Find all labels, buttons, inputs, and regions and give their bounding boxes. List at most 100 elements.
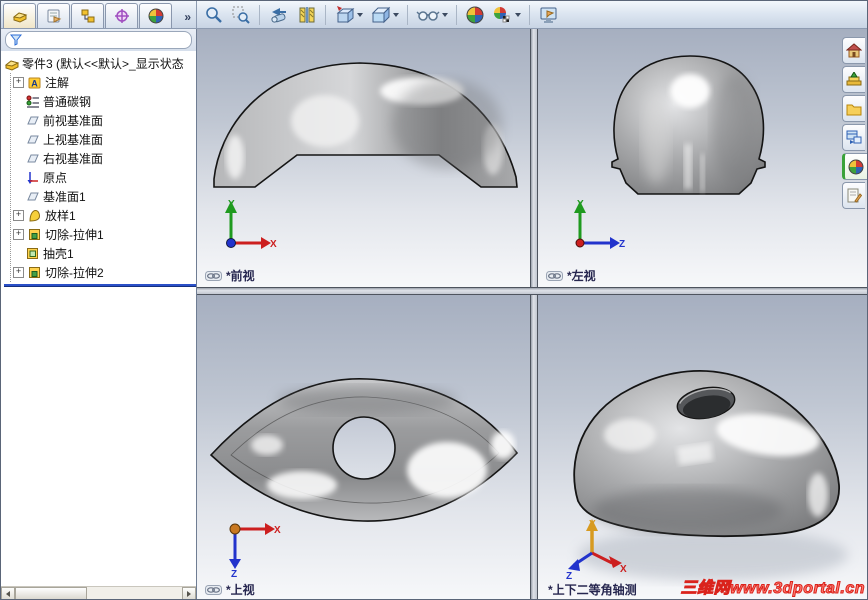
scroll-left-button[interactable] [1, 587, 15, 599]
tree-root-label: 零件3 (默认<<默认>_显示状态 [22, 57, 184, 71]
viewport-label-isometric: *上下二等角轴测 [548, 581, 637, 598]
display-style-button[interactable] [369, 4, 400, 26]
viewport-left[interactable]: Y Z *左视 [538, 29, 867, 287]
toolbar-separator [529, 4, 530, 25]
scrollbar-track[interactable] [87, 587, 182, 599]
dropdown-caret[interactable] [515, 12, 521, 17]
tab-custom-properties[interactable] [842, 182, 865, 209]
part-tree-icon [12, 12, 27, 23]
tree-item-annotations[interactable]: + A 注解 [13, 73, 196, 92]
dropdown-caret[interactable] [357, 12, 363, 17]
tree-item-material[interactable]: 普通碳钢 [13, 92, 196, 111]
tree-item-label: 右视基准面 [43, 152, 104, 166]
front-triad: Y X [225, 199, 277, 250]
tab-view-palette[interactable] [842, 124, 865, 151]
viewport-isometric[interactable]: Y X Z *上下二等角轴测 [538, 295, 867, 599]
view-orientation-icon [336, 5, 355, 23]
tree-children: + A 注解 普通碳钢 前视基准面 上视基准面 右视基准面 原点 基准面1 + … [10, 73, 196, 282]
filter-funnel-icon [10, 34, 22, 46]
feature-tree: 零件3 (默认<<默认>_显示状态 + A 注解 普通碳钢 前视基准面 上视基准… [1, 51, 196, 287]
view-toolbar [197, 1, 561, 28]
display-manager-icon [148, 8, 163, 24]
expand-icon[interactable]: + [13, 210, 24, 221]
home-icon [846, 43, 862, 58]
section-view-button[interactable] [296, 4, 318, 26]
tree-item-origin[interactable]: 原点 [13, 168, 196, 187]
scroll-right-button[interactable] [182, 587, 196, 599]
previous-view-button[interactable] [267, 4, 291, 26]
axis-label-z: Z [566, 571, 572, 579]
tree-item-front-plane[interactable]: 前视基准面 [13, 111, 196, 130]
scrollbar-thumb[interactable] [15, 587, 87, 599]
tree-item-label: 基准面1 [43, 190, 86, 204]
link-views-icon[interactable] [205, 270, 222, 281]
tree-item-right-plane[interactable]: 右视基准面 [13, 149, 196, 168]
custom-properties-icon [847, 188, 862, 203]
expand-icon[interactable]: + [13, 229, 24, 240]
feature-manager-panel: 零件3 (默认<<默认>_显示状态 + A 注解 普通碳钢 前视基准面 上视基准… [1, 29, 197, 599]
tab-file-explorer[interactable] [842, 95, 865, 122]
apply-scene-button[interactable] [491, 4, 522, 26]
tree-item-shell1[interactable]: 抽壳1 [13, 244, 196, 263]
tree-item-loft1[interactable]: + 放样1 [13, 206, 196, 225]
plane-icon [27, 116, 39, 125]
axis-label-x: X [620, 564, 627, 575]
tab-featuremanager-tree[interactable] [3, 3, 36, 28]
axis-label-x: X [274, 525, 281, 536]
horizontal-splitter[interactable] [197, 287, 867, 295]
view-name: *左视 [567, 269, 596, 283]
task-pane-tabs [842, 37, 867, 209]
edit-appearance-button[interactable] [464, 4, 486, 26]
dropdown-caret[interactable] [393, 12, 399, 17]
tree-item-plane1[interactable]: 基准面1 [13, 187, 196, 206]
view-orientation-button[interactable] [333, 4, 364, 26]
tabs-overflow-chevron[interactable]: » [184, 10, 194, 28]
isometric-triad: Y X Z [566, 519, 627, 579]
material-icon [26, 95, 39, 108]
left-triad: Y Z [574, 199, 625, 250]
hide-show-items-button[interactable] [415, 4, 449, 26]
tree-item-label: 注解 [45, 76, 70, 90]
tab-configurationmanager[interactable] [71, 3, 104, 28]
expand-icon[interactable]: + [13, 267, 24, 278]
monitor-hand-icon [540, 7, 557, 23]
tab-appearances-scenes[interactable] [842, 153, 867, 180]
expand-icon[interactable]: + [13, 77, 24, 88]
tree-item-cut-extrude1[interactable]: + 切除-拉伸1 [13, 225, 196, 244]
tree-filter-input[interactable] [5, 31, 192, 49]
vertical-splitter[interactable] [530, 29, 538, 599]
viewport-top[interactable]: X Z *上视 [197, 295, 530, 599]
dropdown-caret[interactable] [442, 12, 448, 17]
zoom-to-area-button[interactable] [230, 4, 252, 26]
zoom-in-out-button[interactable] [203, 4, 225, 26]
solidworks-window: » 零件3 (默认<<默认>_显示状态 + A 注解 普通碳钢 前视基准面 上视… [0, 0, 868, 600]
link-views-icon[interactable] [205, 584, 222, 595]
viewport-front[interactable]: Y X *前视 [197, 29, 530, 287]
svg-text:A: A [31, 79, 38, 89]
toolbar-separator [456, 4, 457, 25]
link-views-icon[interactable] [546, 270, 563, 281]
tab-design-library[interactable] [842, 66, 865, 93]
cut-extrude-icon [29, 267, 40, 278]
toolbar-separator [407, 4, 408, 25]
tab-displaymanager[interactable] [139, 3, 172, 28]
tree-item-cut-extrude2[interactable]: + 切除-拉伸2 [13, 263, 196, 282]
scroll-right-arrow-icon [187, 591, 191, 597]
view-settings-button[interactable] [537, 4, 561, 26]
toolbar-separator [325, 4, 326, 25]
annotations-icon: A [28, 77, 41, 89]
plane-icon [27, 192, 39, 201]
tree-root[interactable]: 零件3 (默认<<默认>_显示状态 [4, 54, 196, 73]
magnifier-icon [206, 6, 222, 23]
viewport-label-front: *前视 [205, 267, 255, 284]
rollback-bar[interactable] [4, 284, 196, 287]
tab-dimxpertmanager[interactable] [105, 3, 138, 28]
tab-solidworks-resources[interactable] [842, 37, 865, 64]
tree-item-label: 切除-拉伸1 [45, 228, 104, 242]
tree-item-top-plane[interactable]: 上视基准面 [13, 130, 196, 149]
tree-item-label: 上视基准面 [43, 133, 104, 147]
panel-horizontal-scrollbar[interactable] [1, 586, 196, 599]
tree-item-label: 抽壳1 [43, 247, 74, 261]
tab-propertymanager[interactable] [37, 3, 70, 28]
glasses-icon [416, 10, 440, 21]
